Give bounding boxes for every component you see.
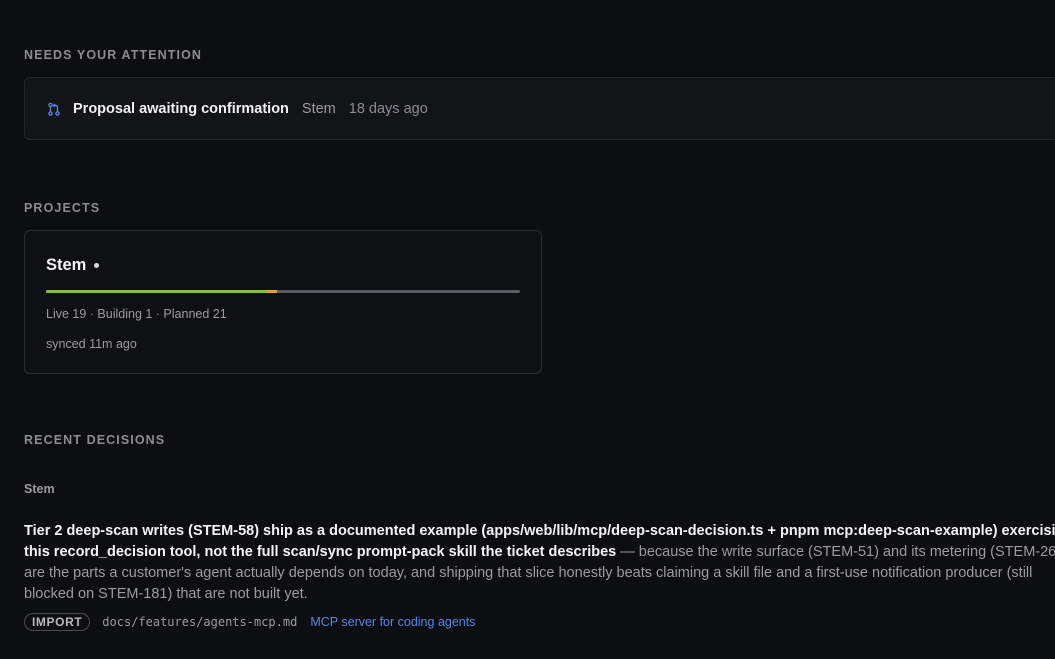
attention-project: Stem: [301, 100, 336, 117]
status-dot: [94, 263, 99, 268]
projects-heading: PROJECTS: [24, 201, 101, 215]
attention-timestamp: 18 days ago: [348, 100, 428, 117]
import-badge: IMPORT: [24, 613, 91, 631]
recent-decisions-heading: RECENT DECISIONS: [24, 433, 166, 447]
attention-item-proposal[interactable]: Proposal awaiting confirmation Stem 18 d…: [24, 77, 1055, 140]
progress-segment-building: [265, 290, 278, 293]
doc-link[interactable]: MCP server for coding agents: [310, 615, 475, 629]
attention-title: Proposal awaiting confirmation: [73, 100, 289, 117]
project-synced-time: synced 11m ago: [46, 337, 137, 351]
doc-path: docs/features/agents-mcp.md: [102, 615, 298, 629]
decision-project-label: Stem: [24, 482, 55, 496]
progress-segment-live: [46, 290, 266, 293]
needs-attention-heading: NEEDS YOUR ATTENTION: [24, 48, 203, 62]
project-card-stem[interactable]: Stem Live 19 · Building 1 · Planned 21 s…: [24, 230, 542, 374]
project-name: Stem: [46, 256, 87, 274]
project-progress-bar: [46, 290, 520, 293]
project-stats: Live 19 · Building 1 · Planned 21: [46, 307, 227, 321]
decision-entry: Tier 2 deep-scan writes (STEM-58) ship a…: [24, 521, 1055, 605]
pull-request-icon: [47, 102, 61, 116]
decision-meta-row: IMPORT docs/features/agents-mcp.md MCP s…: [24, 612, 475, 632]
